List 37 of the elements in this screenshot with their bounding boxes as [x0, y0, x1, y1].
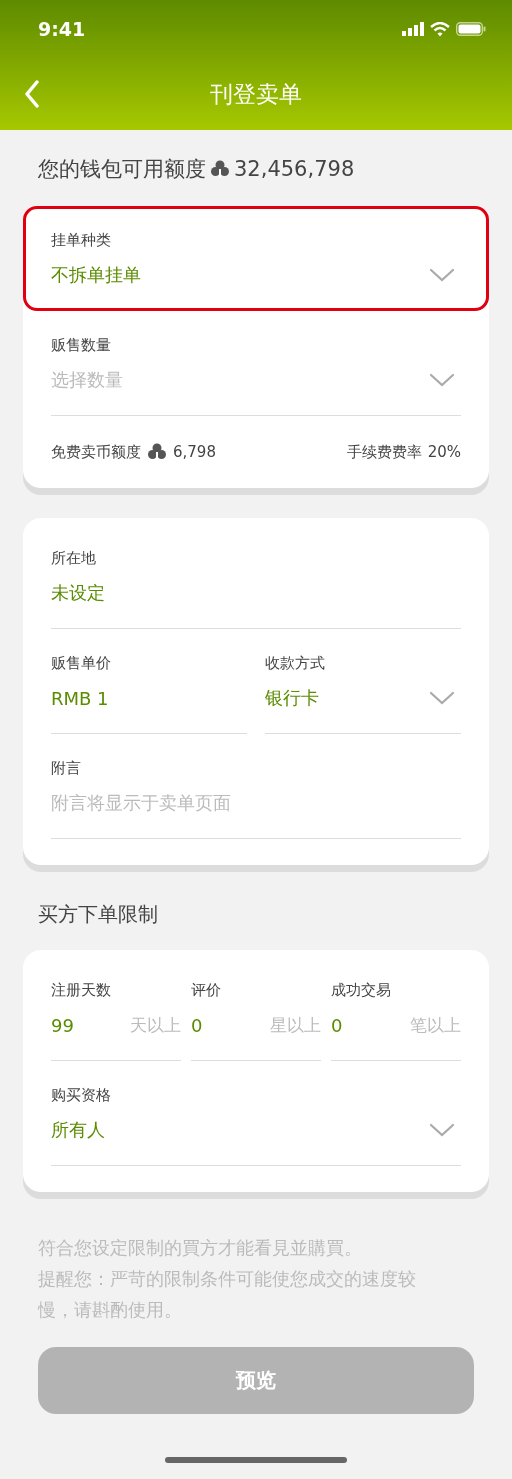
field-label: 挂单种类 — [51, 231, 111, 250]
field-label: 成功交易 — [331, 981, 391, 1000]
page-title: 刊登卖单 — [210, 79, 302, 109]
field-label: 注册天数 — [51, 981, 111, 1000]
wallet-label: 您的钱包可用额度 — [38, 156, 206, 183]
wallet-amount: 32,456,798 — [234, 157, 355, 181]
chevron-down-icon — [429, 372, 455, 388]
status-time: 9:41 — [38, 18, 86, 40]
coin-icon — [210, 159, 230, 179]
chevron-down-icon — [429, 1122, 455, 1138]
coin-icon — [147, 442, 167, 462]
fee-label: 手续费费率 — [346, 442, 422, 462]
number-field[interactable]: 0 笔以上 — [331, 1008, 461, 1061]
number-field[interactable]: 99 天以上 — [51, 1008, 181, 1061]
field-label: 贩售数量 — [51, 336, 111, 355]
text-field[interactable]: RMB 1 — [51, 681, 247, 734]
wifi-icon — [430, 21, 450, 37]
text-field[interactable]: 未设定 — [51, 576, 461, 629]
dropdown-field[interactable]: 银行卡 — [265, 681, 461, 734]
back-button[interactable] — [24, 80, 40, 108]
battery-icon — [456, 22, 486, 36]
field-label: 贩售单价 — [51, 654, 111, 673]
free-quota-label: 免费卖币额度 — [51, 442, 141, 462]
chevron-down-icon — [429, 267, 455, 283]
field-label: 所在地 — [51, 549, 96, 568]
field-label: 购买资格 — [51, 1086, 111, 1105]
number-field[interactable]: 0 星以上 — [191, 1008, 321, 1061]
dropdown-field[interactable]: 所有人 — [51, 1113, 461, 1166]
field-label: 收款方式 — [265, 654, 325, 673]
signal-icon — [402, 22, 424, 36]
free-quota-amount: 6,798 — [173, 443, 216, 461]
field-label: 评价 — [191, 981, 221, 1000]
fee-value: 20% — [427, 443, 461, 461]
section-title: 买方下单限制 — [37, 901, 159, 928]
dropdown-field[interactable]: 不拆单挂单 — [51, 258, 461, 311]
field-label: 附言 — [51, 759, 81, 778]
chevron-down-icon — [429, 690, 455, 706]
